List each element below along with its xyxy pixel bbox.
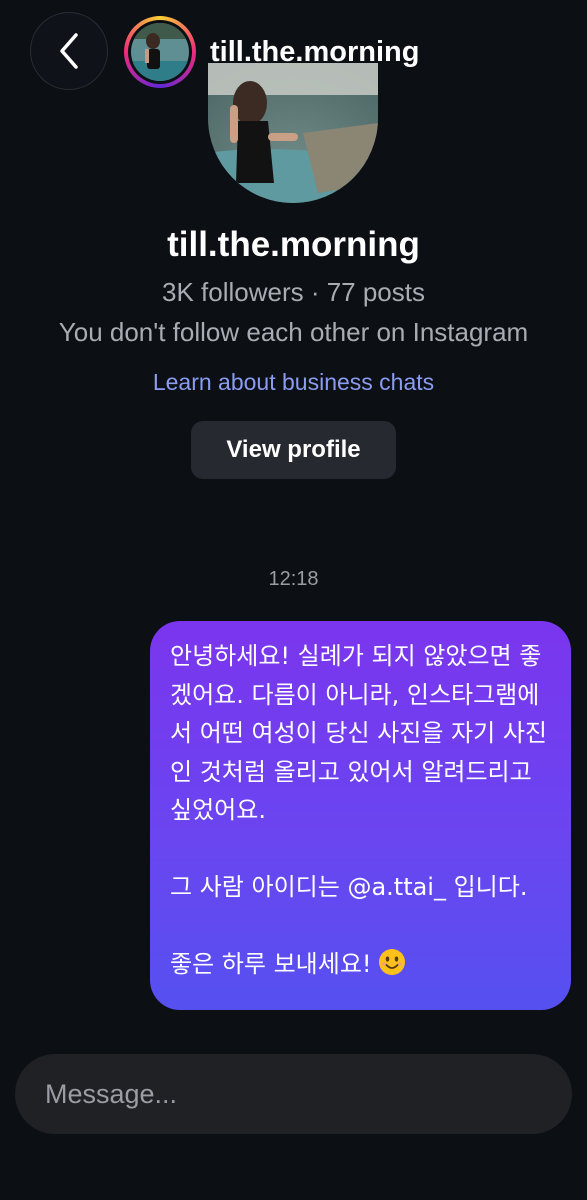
chevron-left-icon (60, 33, 78, 69)
message-paragraph: 안녕하세요! 실례가 되지 않았으면 좋겠어요. 다름이 아니라, 인스타그램에… (170, 642, 547, 824)
message-paragraph: 좋은 하루 보내세요! (170, 945, 557, 988)
back-button[interactable] (30, 12, 108, 90)
smiling-face-emoji (378, 948, 406, 988)
outgoing-message-bubble[interactable]: 안녕하세요! 실례가 되지 않았으면 좋겠어요. 다름이 아니라, 인스타그램에… (150, 621, 571, 1010)
message-composer[interactable] (15, 1054, 572, 1134)
view-profile-button[interactable]: View profile (191, 421, 396, 479)
follow-relation-text: You don't follow each other on Instagram (58, 317, 529, 347)
avatar-photo (131, 23, 189, 81)
message-timestamp: 12:18 (268, 568, 319, 590)
message-closing-text: 좋은 하루 보내세요! (170, 950, 372, 978)
profile-stats: 3K followers · 77 posts (161, 277, 425, 307)
message-input[interactable] (45, 1054, 545, 1134)
message-paragraph: 그 사람 아이디는 @a.ttai_ 입니다. (170, 873, 528, 901)
profile-name: till.the.morning (167, 225, 420, 264)
profile-photo[interactable] (208, 63, 378, 203)
business-chats-link[interactable]: Learn about business chats (0, 367, 587, 397)
header-avatar[interactable] (124, 16, 196, 88)
